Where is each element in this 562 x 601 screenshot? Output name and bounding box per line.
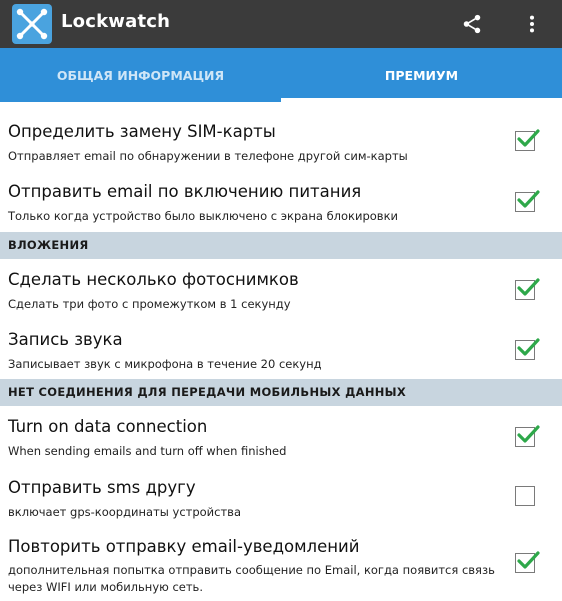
section-header-attachments: ВЛОЖЕНИЯ (0, 232, 562, 259)
tab-indicator (281, 98, 562, 102)
setting-email-on-power[interactable]: Отправить email по включению питания Тол… (0, 182, 562, 232)
section-header-no-connection: НЕТ СОЕДИНЕНИЯ ДЛЯ ПЕРЕДАЧИ МОБИЛЬНЫХ ДА… (0, 379, 562, 406)
lockwatch-logo-icon (12, 4, 52, 44)
tab-label: ПРЕМИУМ (384, 67, 459, 83)
more-vert-icon (529, 15, 535, 33)
setting-subtitle: Сделать три фото с промежутком в 1 секун… (8, 297, 291, 311)
checkbox-retry-email[interactable] (515, 551, 540, 573)
setting-subtitle: Отправляет email по обнаружении в телефо… (8, 149, 408, 163)
setting-title: Сделать несколько фотоснимков (8, 270, 299, 289)
setting-subtitle: включает gps-координаты устройства (8, 505, 241, 519)
tab-bar: ОБЩАЯ ИНФОРМАЦИЯ ПРЕМИУМ (0, 48, 562, 102)
setting-subtitle: Только когда устройство было выключено с… (8, 209, 398, 223)
checkmark-icon (517, 425, 540, 443)
checkmark-icon (517, 551, 540, 569)
app-bar: Lockwatch (0, 0, 562, 48)
checkbox-sound-record[interactable] (515, 338, 540, 360)
setting-title: Повторить отправку email-уведомлений (8, 537, 360, 556)
checkmark-icon (517, 278, 540, 296)
setting-turn-on-data[interactable]: Turn on data connection When sending ema… (0, 417, 562, 467)
setting-subtitle: Записывает звук с микрофона в течение 20… (8, 357, 322, 371)
section-header-label: НЕТ СОЕДИНЕНИЯ ДЛЯ ПЕРЕДАЧИ МОБИЛЬНЫХ ДА… (8, 385, 407, 399)
checkbox-multiple-photos[interactable] (515, 278, 540, 300)
checkbox-turn-on-data[interactable] (515, 425, 540, 447)
tab-label: ОБЩАЯ ИНФОРМАЦИЯ (56, 67, 225, 83)
tab-premium[interactable]: ПРЕМИУМ (281, 48, 562, 102)
share-button[interactable] (458, 10, 486, 38)
checkbox-email-on-power[interactable] (515, 190, 540, 212)
setting-multiple-photos[interactable]: Сделать несколько фотоснимков Сделать тр… (0, 270, 562, 320)
checkbox-sms-friend[interactable] (515, 486, 535, 506)
more-options-button[interactable] (520, 10, 544, 38)
setting-retry-email[interactable]: Повторить отправку email-уведомлений доп… (0, 537, 562, 601)
checkmark-icon (517, 338, 540, 356)
setting-detect-sim-change[interactable]: Определить замену SIM-карты Отправляет e… (0, 122, 562, 172)
share-icon (463, 14, 481, 34)
setting-title: Запись звука (8, 330, 123, 349)
setting-title: Отправить email по включению питания (8, 182, 362, 201)
checkmark-icon (517, 129, 540, 147)
setting-title: Turn on data connection (8, 417, 208, 436)
tab-general-info[interactable]: ОБЩАЯ ИНФОРМАЦИЯ (0, 48, 281, 102)
app-title: Lockwatch (61, 11, 171, 32)
setting-title: Определить замену SIM-карты (8, 122, 276, 141)
setting-sms-friend[interactable]: Отправить sms другу включает gps-координ… (0, 478, 562, 528)
setting-sound-record[interactable]: Запись звука Записывает звук с микрофона… (0, 330, 562, 380)
setting-subtitle: дополнительная попытка отправить сообщен… (8, 563, 495, 594)
setting-title: Отправить sms другу (8, 478, 196, 497)
section-header-label: ВЛОЖЕНИЯ (8, 238, 89, 252)
checkbox-detect-sim-change[interactable] (515, 129, 540, 151)
setting-subtitle: When sending emails and turn off when fi… (8, 444, 287, 458)
checkmark-icon (517, 190, 540, 208)
